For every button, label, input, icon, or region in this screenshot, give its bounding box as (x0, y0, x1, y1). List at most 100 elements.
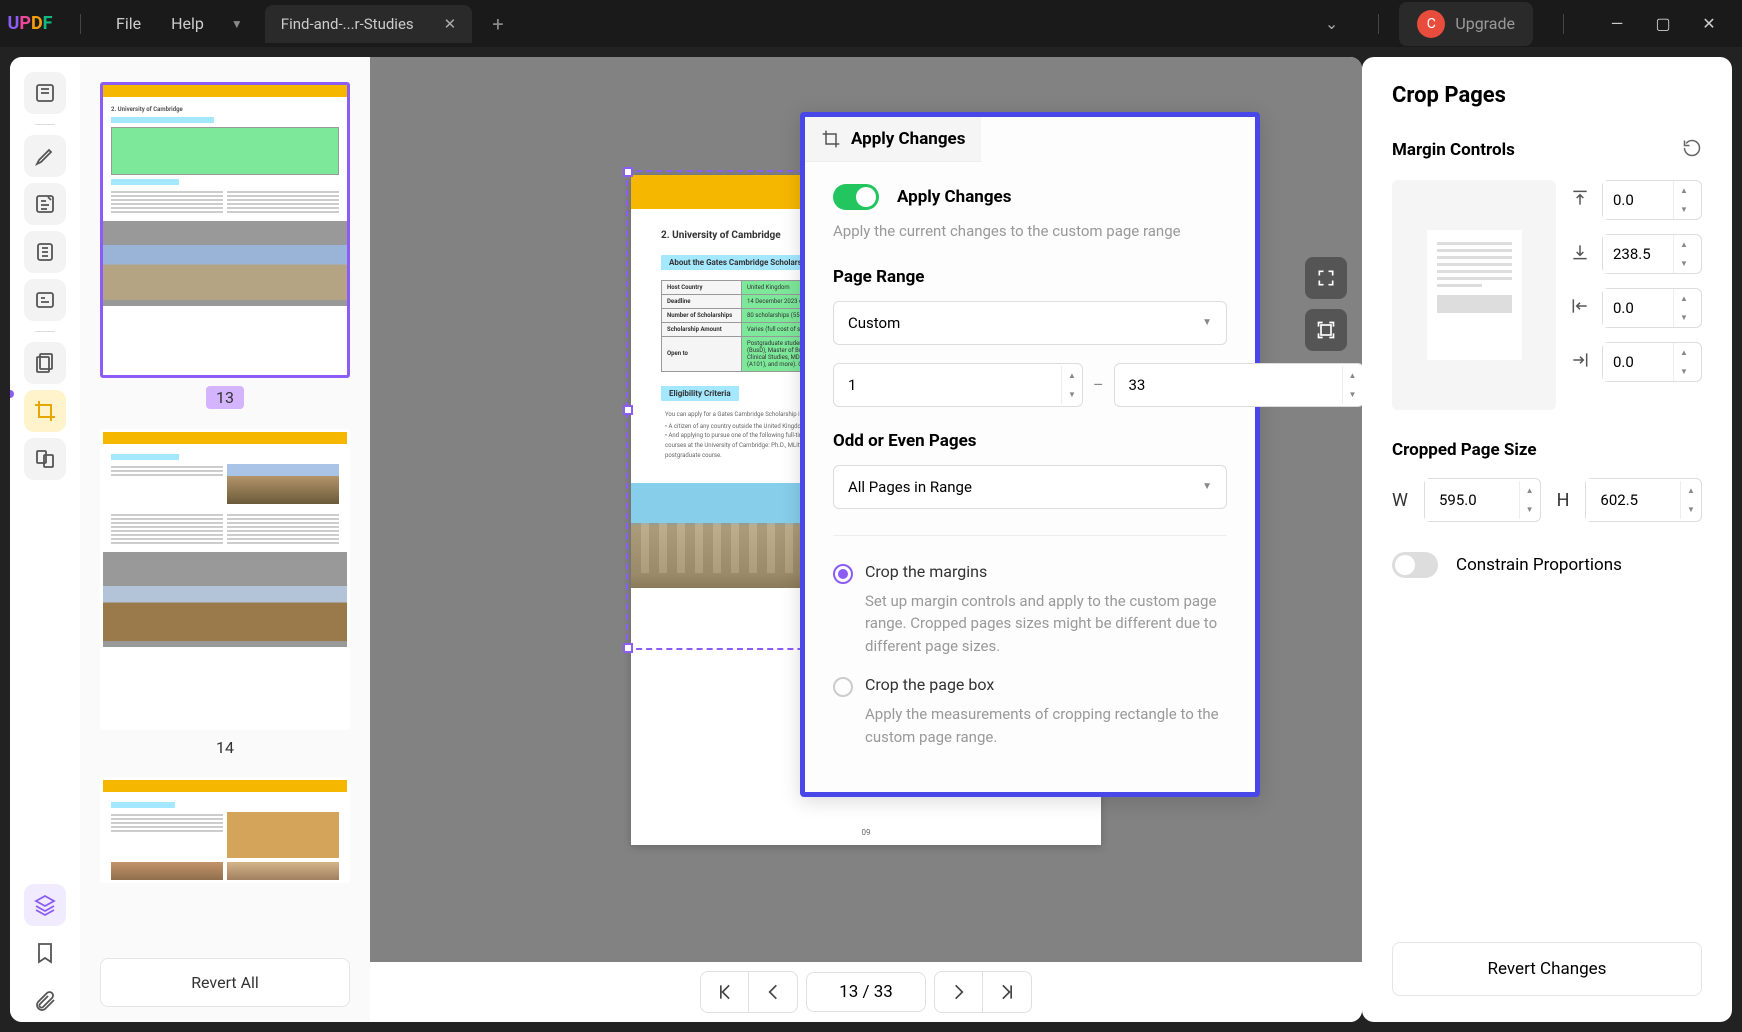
margin-right-icon (1570, 350, 1592, 374)
highlight-tool[interactable] (24, 135, 66, 177)
close-icon[interactable]: ✕ (444, 15, 457, 33)
step-down-icon[interactable]: ▼ (1674, 254, 1694, 273)
crop-pagebox-radio[interactable] (833, 677, 853, 697)
active-indicator (10, 390, 14, 398)
crop-handle-sw[interactable] (623, 643, 633, 653)
page-number-input[interactable]: 13 / 33 (806, 972, 926, 1012)
reset-icon[interactable] (1682, 138, 1702, 162)
menu-file[interactable]: File (101, 14, 156, 33)
select-value: Custom (848, 314, 900, 332)
titlebar: UPDF File Help ▼ Find-and-...r-Studies ✕… (0, 0, 1742, 47)
step-down-icon[interactable]: ▼ (1343, 385, 1363, 404)
margin-top-icon (1570, 188, 1592, 212)
thumbnail-label: 13 (206, 386, 244, 409)
new-tab-button[interactable]: + (472, 12, 523, 36)
divider (80, 14, 81, 34)
step-up-icon[interactable]: ▲ (1674, 343, 1694, 362)
apply-changes-popup: Apply Changes Apply Changes Apply the cu… (800, 112, 1260, 797)
left-toolbar (10, 57, 80, 1022)
constrain-proportions-toggle[interactable] (1392, 552, 1438, 578)
thumbnail-page-13[interactable]: 2. University of Cambridge (100, 82, 350, 409)
last-page-button[interactable] (983, 972, 1031, 1012)
menu-help[interactable]: Help (156, 14, 219, 33)
fullscreen-button[interactable] (1305, 257, 1347, 299)
bookmark-tool[interactable] (24, 932, 66, 974)
apply-changes-toggle[interactable] (833, 184, 879, 210)
document-tab[interactable]: Find-and-...r-Studies ✕ (265, 5, 472, 43)
constrain-label: Constrain Proportions (1456, 555, 1622, 575)
radio-description: Set up margin controls and apply to the … (865, 590, 1227, 658)
organize-tool[interactable] (24, 342, 66, 384)
radio-label[interactable]: Crop the page box (865, 675, 994, 694)
next-page-button[interactable] (935, 972, 983, 1012)
window-chevron[interactable]: ⌄ (1305, 14, 1358, 33)
popup-tab[interactable]: Apply Changes (805, 117, 981, 162)
radio-label[interactable]: Crop the margins (865, 562, 987, 581)
thumbnails-panel: 2. University of Cambridge (80, 57, 370, 1022)
range-separator: – (1093, 375, 1104, 394)
range-from-value[interactable] (834, 364, 1061, 406)
step-up-icon[interactable]: ▲ (1062, 366, 1082, 385)
crop-margins-radio[interactable] (833, 564, 853, 584)
step-down-icon[interactable]: ▼ (1520, 500, 1540, 519)
margin-preview (1392, 180, 1556, 410)
thumbnail-page-15[interactable] (100, 777, 350, 883)
margin-bottom-input[interactable]: ▲▼ (1602, 234, 1702, 274)
margin-left-input[interactable]: ▲▼ (1602, 288, 1702, 328)
chevron-down-icon: ▼ (1202, 481, 1212, 492)
attachment-tool[interactable] (24, 980, 66, 1022)
height-input[interactable]: ▲▼ (1585, 478, 1702, 522)
app-logo: UPDF (0, 13, 60, 34)
step-down-icon[interactable]: ▼ (1674, 362, 1694, 381)
step-down-icon[interactable]: ▼ (1681, 500, 1701, 519)
width-input[interactable]: ▲▼ (1424, 478, 1541, 522)
step-up-icon[interactable]: ▲ (1674, 235, 1694, 254)
step-up-icon[interactable]: ▲ (1674, 181, 1694, 200)
revert-changes-button[interactable]: Revert Changes (1392, 942, 1702, 996)
maximize-button[interactable]: ▢ (1645, 6, 1681, 42)
page-range-select[interactable]: Custom ▼ (833, 301, 1227, 345)
range-to-input[interactable]: ▲▼ (1114, 363, 1363, 407)
step-down-icon[interactable]: ▼ (1674, 200, 1694, 219)
form-tool[interactable] (24, 279, 66, 321)
edit-tool[interactable] (24, 183, 66, 225)
divider (1378, 14, 1379, 34)
avatar: C (1417, 10, 1445, 38)
compare-tool[interactable] (24, 438, 66, 480)
step-down-icon[interactable]: ▼ (1062, 385, 1082, 404)
step-down-icon[interactable]: ▼ (1674, 308, 1694, 327)
crop-tool[interactable] (24, 390, 66, 432)
margin-right-input[interactable]: ▲▼ (1602, 342, 1702, 382)
layers-tool[interactable] (24, 884, 66, 926)
fit-crop-button[interactable] (1305, 309, 1347, 351)
popup-title: Apply Changes (851, 129, 965, 149)
pages-tool[interactable] (24, 231, 66, 273)
step-up-icon[interactable]: ▲ (1520, 481, 1540, 500)
minimize-button[interactable]: — (1599, 6, 1635, 42)
step-up-icon[interactable]: ▲ (1674, 289, 1694, 308)
upgrade-button[interactable]: C Upgrade (1399, 2, 1533, 46)
doc-pagenum: 09 (631, 828, 1101, 837)
margin-left-icon (1570, 296, 1592, 320)
step-up-icon[interactable]: ▲ (1681, 481, 1701, 500)
crop-handle-nw[interactable] (623, 167, 633, 177)
revert-all-button[interactable]: Revert All (100, 958, 350, 1007)
step-up-icon[interactable]: ▲ (1343, 366, 1363, 385)
tab-list-chevron[interactable]: ▼ (219, 17, 255, 31)
divider (1563, 14, 1564, 34)
close-button[interactable]: ✕ (1691, 6, 1727, 42)
panel-title: Crop Pages (1392, 83, 1702, 108)
range-from-input[interactable]: ▲▼ (833, 363, 1083, 407)
reader-tool[interactable] (24, 72, 66, 114)
toggle-label: Apply Changes (897, 187, 1011, 207)
margin-top-input[interactable]: ▲▼ (1602, 180, 1702, 220)
thumbnail-page-14[interactable]: 14 (100, 429, 350, 757)
range-to-value[interactable] (1115, 364, 1342, 406)
odd-even-select[interactable]: All Pages in Range ▼ (833, 465, 1227, 509)
first-page-button[interactable] (701, 972, 749, 1012)
crop-handle-w[interactable] (623, 405, 633, 415)
tab-title: Find-and-...r-Studies (281, 15, 414, 33)
width-label: W (1392, 490, 1408, 511)
cropped-size-heading: Cropped Page Size (1392, 440, 1702, 460)
prev-page-button[interactable] (749, 972, 797, 1012)
